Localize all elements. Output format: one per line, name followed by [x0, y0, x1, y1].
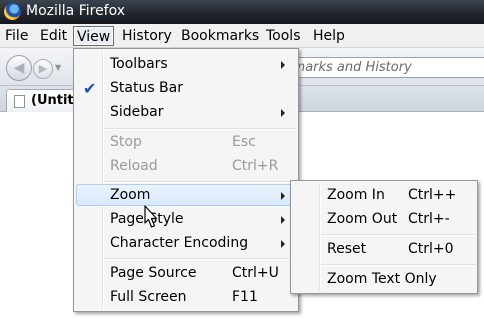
mouse-cursor-icon [144, 205, 158, 228]
menu-item-shortcut: Esc [232, 134, 256, 150]
menu-item-shortcut: Ctrl+R [232, 158, 279, 174]
menu-item-page-style[interactable]: Page Style [76, 208, 296, 230]
menu-item-zoom-text-only[interactable]: Zoom Text Only [293, 268, 475, 290]
menu-item-zoom-in[interactable]: Zoom In Ctrl++ [293, 184, 475, 206]
menu-item-full-screen[interactable]: Full Screen F11 [76, 286, 296, 308]
menu-bar: File Edit View History Bookmarks Tools H… [0, 24, 484, 48]
menu-item-toolbars[interactable]: Toolbars [76, 53, 296, 75]
menu-separator [104, 181, 296, 183]
menu-separator [104, 128, 296, 130]
submenu-arrow-icon [281, 192, 285, 200]
menu-file[interactable]: File [2, 26, 31, 46]
menu-item-reload[interactable]: Reload Ctrl+R [76, 155, 296, 177]
menu-item-character-encoding[interactable]: Character Encoding [76, 232, 296, 254]
menu-edit[interactable]: Edit [37, 26, 70, 46]
menu-item-label: Character Encoding [110, 235, 249, 251]
menu-item-shortcut: Ctrl+- [408, 211, 450, 227]
tab-title: (Untit [31, 93, 74, 108]
menu-help[interactable]: Help [310, 26, 348, 46]
menu-item-label: Reload [110, 158, 158, 174]
menu-separator [321, 264, 475, 266]
menu-item-label: Stop [110, 134, 142, 150]
menu-item-shortcut: Ctrl++ [408, 187, 457, 203]
menu-separator [321, 234, 475, 236]
menu-item-reset[interactable]: Reset Ctrl+0 [293, 238, 475, 260]
menu-item-label: Zoom In [327, 187, 385, 203]
menu-item-status-bar[interactable]: ✔ Status Bar [76, 77, 296, 99]
menu-item-label: Reset [327, 241, 367, 257]
zoom-submenu: Zoom In Ctrl++ Zoom Out Ctrl+- Reset Ctr… [290, 180, 478, 294]
title-bar: Mozilla Firefox [0, 0, 484, 24]
forward-arrow-icon: ▶ [38, 62, 48, 75]
menu-tools[interactable]: Tools [263, 26, 304, 46]
menu-item-zoom-out[interactable]: Zoom Out Ctrl+- [293, 208, 475, 230]
menu-item-shortcut: F11 [232, 289, 258, 305]
submenu-arrow-icon [281, 240, 285, 248]
checkmark-icon: ✔ [83, 79, 97, 98]
menu-item-label: Full Screen [110, 289, 187, 305]
menu-view[interactable]: View [73, 26, 115, 46]
menu-item-zoom[interactable]: Zoom [76, 184, 296, 206]
firefox-logo-icon [4, 3, 21, 20]
menu-item-label: Status Bar [110, 80, 184, 96]
menu-item-label: Zoom Out [327, 211, 398, 227]
location-bar-placeholder: kmarks and History [285, 60, 412, 75]
page-icon [14, 95, 25, 108]
menu-item-shortcut: Ctrl+0 [408, 241, 454, 257]
submenu-arrow-icon [281, 216, 285, 224]
submenu-arrow-icon [281, 61, 285, 69]
view-menu-dropdown: Toolbars ✔ Status Bar Sidebar Stop Esc R… [73, 48, 299, 312]
menu-bookmarks[interactable]: Bookmarks [178, 26, 262, 46]
menu-item-label: Page Source [110, 265, 197, 281]
window-title: Mozilla Firefox [26, 3, 126, 19]
history-dropdown-icon[interactable]: ▼ [55, 63, 61, 72]
menu-item-page-source[interactable]: Page Source Ctrl+U [76, 262, 296, 284]
menu-item-sidebar[interactable]: Sidebar [76, 101, 296, 123]
menu-item-label: Zoom Text Only [327, 271, 437, 287]
menu-item-shortcut: Ctrl+U [232, 265, 279, 281]
submenu-arrow-icon [281, 109, 285, 117]
back-button[interactable]: ◀ [6, 55, 32, 81]
menu-item-label: Sidebar [110, 104, 164, 120]
menu-item-label: Toolbars [110, 56, 168, 72]
menu-separator [104, 258, 296, 260]
forward-button[interactable]: ▶ [33, 59, 53, 79]
menu-item-label: Zoom [110, 187, 151, 203]
menu-history[interactable]: History [119, 26, 175, 46]
menu-item-stop[interactable]: Stop Esc [76, 131, 296, 153]
back-arrow-icon: ◀ [13, 60, 25, 76]
